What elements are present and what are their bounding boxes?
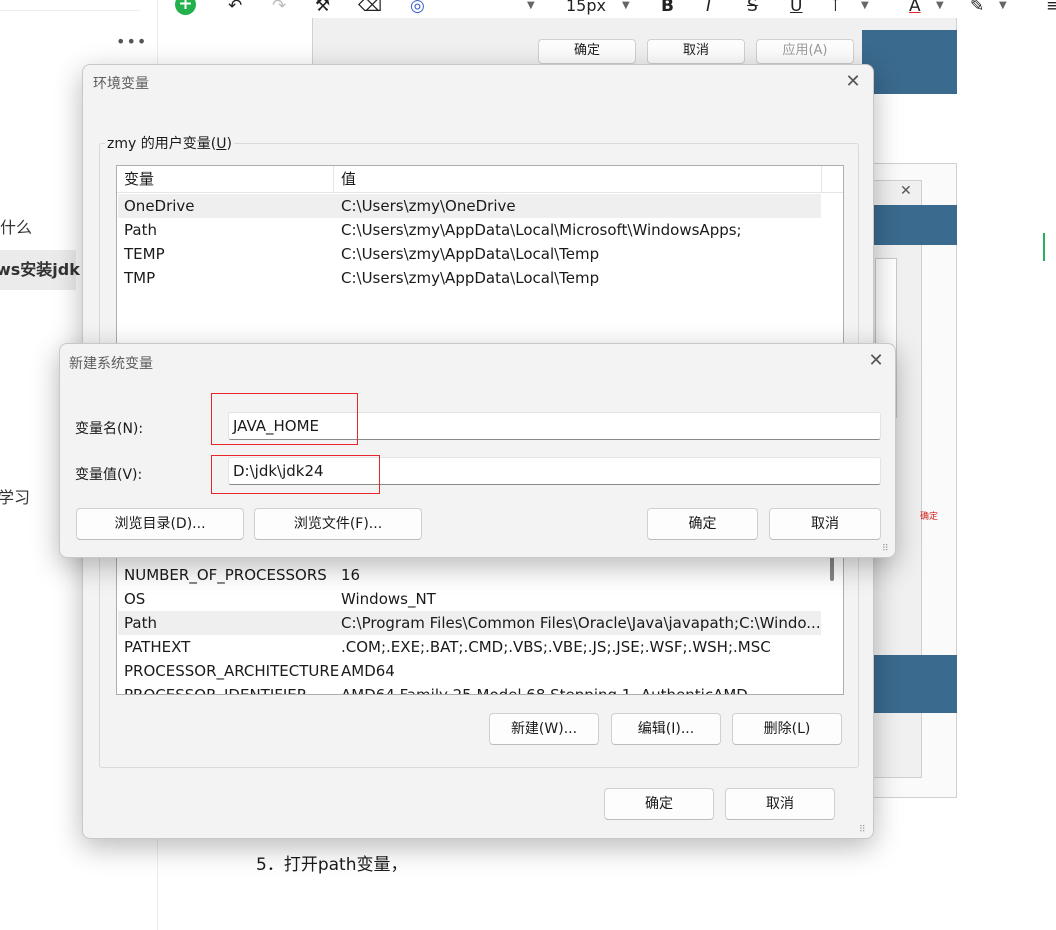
highlight-box-name [211, 393, 358, 445]
table-row[interactable]: PATHEXT .COM;.EXE;.BAT;.CMD;.VBS;.VBE;.JS… [118, 635, 821, 659]
background-image-strip [862, 30, 957, 94]
scrollbar-thumb[interactable] [830, 555, 834, 581]
table-row[interactable]: Path C:\Users\zmy\AppData\Local\Microsoft… [118, 218, 821, 242]
column-header-name[interactable]: 变量 [124, 166, 154, 193]
system-variables-list[interactable]: NUMBER_OF_PROCESSORS 16 OS Windows_NT Path… [116, 535, 844, 695]
new-variable-button[interactable]: 新建(W)... [489, 713, 599, 745]
dialog-title: 环境变量 [93, 76, 149, 92]
close-icon[interactable]: ✕ [864, 350, 888, 374]
highlight-icon[interactable]: ✎ [970, 0, 984, 17]
dialog-title: 新建系统变量 [69, 356, 153, 372]
chevron-down-icon[interactable]: ▼ [936, 0, 944, 11]
user-variables-list[interactable]: 变量 值 OneDrive C:\Users\zmy\OneDrive Path C… [116, 165, 844, 360]
background-image-strip [862, 655, 957, 713]
table-row[interactable]: OneDrive C:\Users\zmy\OneDrive [118, 194, 821, 218]
resize-grip-icon[interactable]: ⠿ [859, 825, 866, 835]
italic-button[interactable]: I [706, 0, 711, 17]
chevron-down-icon[interactable]: ▼ [861, 0, 869, 11]
table-row[interactable]: TEMP C:\Users\zmy\AppData\Local\Temp [118, 242, 821, 266]
scroll-indicator [1043, 233, 1045, 261]
browse-file-button[interactable]: 浏览文件(F)... [254, 508, 422, 540]
edit-variable-button[interactable]: 编辑(I)... [611, 713, 721, 745]
underline-button[interactable]: U [790, 0, 802, 17]
document-paragraph: 5．打开path变量， [256, 855, 408, 875]
sidebar-divider [0, 10, 140, 11]
background-image-strip [862, 205, 957, 245]
resize-grip-icon[interactable]: ⠿ [882, 544, 889, 554]
variable-value-label: 变量值(V): [75, 467, 143, 483]
table-row[interactable]: PROCESSOR_IDENTIFIER AMD64 Family 25 Mode… [118, 683, 821, 694]
list-header: 变量 值 [117, 166, 843, 193]
bold-button[interactable]: B [661, 0, 674, 17]
close-icon[interactable]: ✕ [841, 71, 865, 95]
chevron-down-icon[interactable]: ▼ [999, 0, 1007, 11]
font-size-select[interactable]: 15px [566, 0, 606, 17]
bg-apply-button[interactable]: 应用(A) [756, 39, 854, 64]
table-row[interactable]: PROCESSOR_ARCHITECTURE AMD64 [118, 659, 821, 683]
bg-cancel-button[interactable]: 取消 [647, 39, 745, 64]
user-variables-label: zmy 的用户变量(U) [105, 133, 234, 153]
style-icon[interactable]: ◎ [410, 0, 425, 17]
table-row[interactable]: OS Windows_NT [118, 587, 821, 611]
highlight-box-value [211, 455, 380, 494]
column-header-value[interactable]: 值 [341, 166, 356, 193]
redo-icon[interactable]: ↷ [272, 0, 286, 17]
new-system-variable-dialog: 新建系统变量 ✕ 变量名(N): JAVA_HOME 变量值(V): D:\jd… [59, 343, 896, 558]
bg-fragment-text: 确定 [920, 512, 939, 522]
sidebar-item-active[interactable]: ws安装jdk [0, 250, 80, 290]
variable-name-label: 变量名(N): [75, 421, 144, 437]
sidebar-item[interactable]: 学习 [0, 484, 30, 508]
menu-icon[interactable]: ≡ [1046, 0, 1056, 17]
editor-toolbar [159, 0, 1056, 18]
table-row[interactable]: TMP C:\Users\zmy\AppData\Local\Temp [118, 266, 821, 290]
font-color-button[interactable]: A [909, 0, 921, 17]
table-row[interactable]: Path C:\Program Files\Common Files\Oracle… [118, 611, 821, 635]
browse-directory-button[interactable]: 浏览目录(D)... [76, 508, 244, 540]
strikethrough-button[interactable]: S [747, 0, 758, 17]
eraser-icon[interactable]: ⌫ [358, 0, 382, 17]
undo-icon[interactable]: ↶ [228, 0, 242, 17]
delete-variable-button[interactable]: 删除(L) [732, 713, 842, 745]
cancel-button[interactable]: 取消 [769, 508, 881, 540]
chevron-down-icon[interactable]: ▼ [527, 0, 535, 11]
ok-button[interactable]: 确定 [647, 508, 758, 540]
chevron-down-icon[interactable]: ▼ [622, 0, 630, 11]
table-row[interactable]: NUMBER_OF_PROCESSORS 16 [118, 563, 821, 587]
bg-ok-button[interactable]: 确定 [538, 39, 636, 64]
format-painter-icon[interactable]: ⚒ [315, 0, 330, 17]
cancel-button[interactable]: 取消 [725, 788, 835, 820]
more-options-icon[interactable]: ••• [116, 32, 147, 51]
text-format-icon[interactable]: ⊺ [831, 0, 840, 17]
ok-button[interactable]: 确定 [604, 788, 714, 820]
sidebar-item[interactable]: 什么 [0, 214, 32, 238]
close-icon[interactable]: ✕ [900, 183, 912, 199]
